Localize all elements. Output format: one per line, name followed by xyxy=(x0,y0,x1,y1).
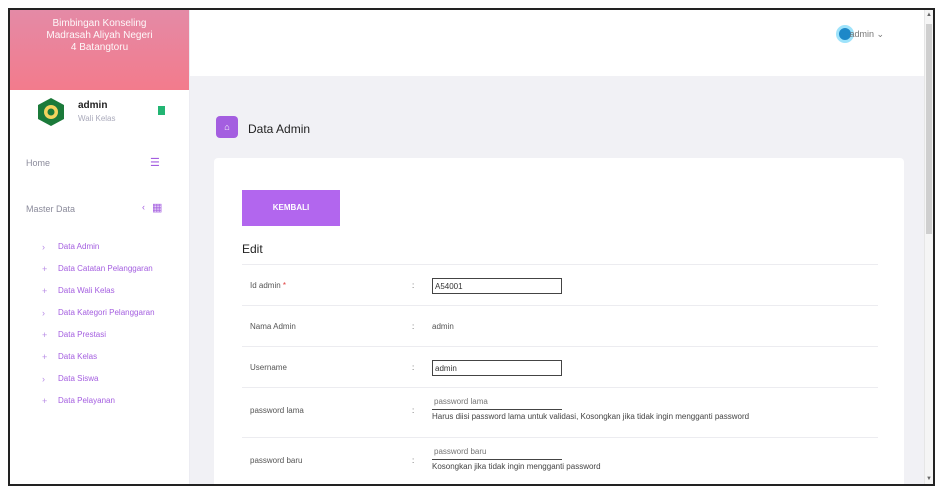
plus-icon: + xyxy=(42,264,48,274)
sidebar-item-data-pelayanan[interactable]: + Data Pelayanan xyxy=(10,390,190,412)
app-window: Bimbingan Konseling Madrasah Aliyah Nege… xyxy=(8,8,935,486)
field-label: password lama xyxy=(250,406,304,415)
form-card: KEMBALI Edit Id admin * : Nama Admin : a… xyxy=(214,158,904,484)
sidebar-item-data-catatan-pelanggaran[interactable]: + Data Catatan Pelanggaran xyxy=(10,258,190,280)
field-label: Id admin * xyxy=(250,281,287,290)
sidebar-item-data-wali-kelas[interactable]: + Data Wali Kelas xyxy=(10,280,190,302)
brand-line-2: Madrasah Aliyah Negeri xyxy=(46,30,153,41)
chevron-left-icon[interactable]: ‹ xyxy=(142,202,145,212)
vertical-scrollbar[interactable]: ▲ ▼ xyxy=(924,10,933,484)
scroll-up-arrow-icon[interactable]: ▲ xyxy=(926,12,932,18)
form-row-id-admin: Id admin * : xyxy=(242,264,878,305)
brand-line-1: Bimbingan Konseling xyxy=(52,18,147,29)
password-baru-hint: Kosongkan jika tidak ingin mengganti pas… xyxy=(432,462,601,471)
plus-icon: + xyxy=(42,352,48,362)
sidebar-item-data-prestasi[interactable]: + Data Prestasi xyxy=(10,324,190,346)
password-lama-hint: Harus diisi password lama untuk validasi… xyxy=(432,412,750,421)
top-bar: admin ⌄ xyxy=(190,10,928,76)
form-row-nama-admin: Nama Admin : admin xyxy=(242,305,878,346)
colon: : xyxy=(412,456,415,465)
colon: : xyxy=(412,406,415,415)
home-icon: ⌂ xyxy=(216,116,238,138)
colon: : xyxy=(412,363,415,372)
bookmark-icon xyxy=(158,106,165,115)
sidebar-master-data[interactable]: Master Data xyxy=(26,204,75,214)
avatar xyxy=(38,98,64,126)
field-label: password baru xyxy=(250,456,303,465)
bullet-icon: › xyxy=(42,374,45,384)
sidebar-item-data-kategori-pelanggaran[interactable]: › Data Kategori Pelanggaran xyxy=(10,302,190,324)
field-label: Nama Admin xyxy=(250,322,296,331)
sidebar-user-role: Wali Kelas xyxy=(78,114,116,123)
main-content: ⌂ Data Admin KEMBALI Edit Id admin * : N… xyxy=(190,76,928,484)
section-label: Edit xyxy=(242,242,263,256)
back-button[interactable]: KEMBALI xyxy=(242,190,340,226)
sidebar: Bimbingan Konseling Madrasah Aliyah Nege… xyxy=(10,10,190,484)
plus-icon: + xyxy=(42,286,48,296)
colon: : xyxy=(412,322,415,331)
menu-icon[interactable]: ☰ xyxy=(150,156,160,169)
form-row-password-baru: password baru : Kosongkan jika tidak ing… xyxy=(242,437,878,484)
bullet-icon: › xyxy=(42,308,45,318)
nama-admin-value: admin xyxy=(432,322,454,331)
page-title: Data Admin xyxy=(248,122,311,136)
sidebar-item-data-siswa[interactable]: › Data Siswa xyxy=(10,368,190,390)
plus-icon: + xyxy=(42,330,48,340)
sidebar-item-data-admin[interactable]: › Data Admin xyxy=(10,236,190,258)
sidebar-item-data-kelas[interactable]: + Data Kelas xyxy=(10,346,190,368)
sidebar-menu: › Data Admin + Data Catatan Pelanggaran + D… xyxy=(10,236,190,412)
form-row-password-lama: password lama : Harus diisi password lam… xyxy=(242,387,878,437)
brand-banner: Bimbingan Konseling Madrasah Aliyah Nege… xyxy=(10,10,189,90)
password-baru-field[interactable] xyxy=(432,444,562,460)
edit-form-table: Id admin * : Nama Admin : admin Username… xyxy=(242,264,878,484)
sidebar-home[interactable]: Home xyxy=(26,158,50,168)
username-field[interactable] xyxy=(432,360,562,376)
id-admin-field[interactable] xyxy=(432,278,562,294)
plus-icon: + xyxy=(42,396,48,406)
password-lama-field[interactable] xyxy=(432,394,562,410)
calendar-icon: ▦ xyxy=(152,202,163,214)
bullet-icon: › xyxy=(42,242,45,252)
required-mark: * xyxy=(282,281,287,290)
brand-line-3: 4 Batangtoru xyxy=(70,42,129,53)
sidebar-user-name: admin xyxy=(78,100,108,111)
scroll-down-arrow-icon[interactable]: ▼ xyxy=(926,476,932,482)
scroll-thumb[interactable] xyxy=(926,24,932,234)
user-menu-dropdown[interactable]: admin ⌄ xyxy=(849,29,884,40)
colon: : xyxy=(412,281,415,290)
form-row-username: Username : xyxy=(242,346,878,387)
field-label: Username xyxy=(250,363,287,372)
